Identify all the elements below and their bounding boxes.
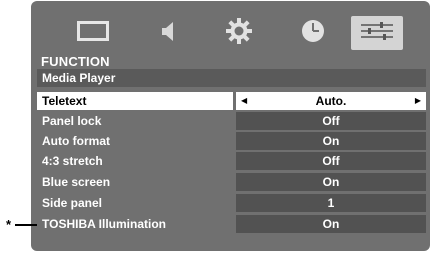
annotation-marker: *	[6, 217, 12, 232]
menu-item-media-player[interactable]: Media Player	[37, 69, 426, 87]
menu-item-value[interactable]: 1	[236, 194, 426, 212]
menu-item-label: Blue screen	[42, 175, 111, 189]
speaker-icon	[155, 19, 179, 48]
menu-item-value[interactable]: ◀ Auto. ▶	[236, 92, 426, 110]
annotation-leader-line	[15, 224, 37, 226]
tab-sound[interactable]	[141, 16, 193, 50]
menu-item-auto-format[interactable]: Auto format On	[37, 132, 426, 150]
menu-item-panel-lock[interactable]: Panel lock Off	[37, 112, 426, 130]
menu-item-toshiba-illumination[interactable]: TOSHIBA Illumination On	[37, 215, 426, 233]
menu-item-value[interactable]: On	[236, 132, 426, 150]
section-title: FUNCTION	[41, 54, 110, 69]
menu-item-label: Media Player	[37, 69, 426, 87]
menu-item-label: Teletext	[37, 92, 233, 110]
arrow-right-icon[interactable]: ▶	[415, 92, 421, 110]
tv-menu-panel: FUNCTION Media Player Teletext ◀ Auto. ▶…	[31, 1, 430, 251]
sliders-icon	[359, 21, 395, 46]
picture-icon	[76, 20, 110, 47]
menu-item-side-panel[interactable]: Side panel 1	[37, 194, 426, 212]
menu-item-blue-screen[interactable]: Blue screen On	[37, 173, 426, 191]
tab-picture[interactable]	[67, 16, 119, 50]
menu-item-value[interactable]: Off	[236, 152, 426, 170]
clock-icon	[300, 18, 326, 49]
menu-item-value[interactable]: On	[236, 215, 426, 233]
menu-item-value[interactable]: On	[236, 173, 426, 191]
gear-icon	[225, 17, 253, 50]
menu-item-label: 4:3 stretch	[42, 154, 103, 168]
menu-item-label: Auto format	[42, 134, 110, 148]
menu-tabs	[31, 1, 430, 57]
menu-item-label: TOSHIBA Illumination	[42, 217, 167, 231]
tab-timer[interactable]	[287, 16, 339, 50]
menu-item-4-3-stretch[interactable]: 4:3 stretch Off	[37, 152, 426, 170]
tab-setup[interactable]	[213, 16, 265, 50]
tab-function[interactable]	[351, 16, 403, 50]
menu-item-label: Side panel	[42, 196, 103, 210]
menu-item-value[interactable]: Off	[236, 112, 426, 130]
menu-item-label: Panel lock	[42, 114, 102, 128]
arrow-left-icon[interactable]: ◀	[241, 92, 247, 110]
menu-item-teletext[interactable]: Teletext ◀ Auto. ▶	[37, 92, 426, 110]
